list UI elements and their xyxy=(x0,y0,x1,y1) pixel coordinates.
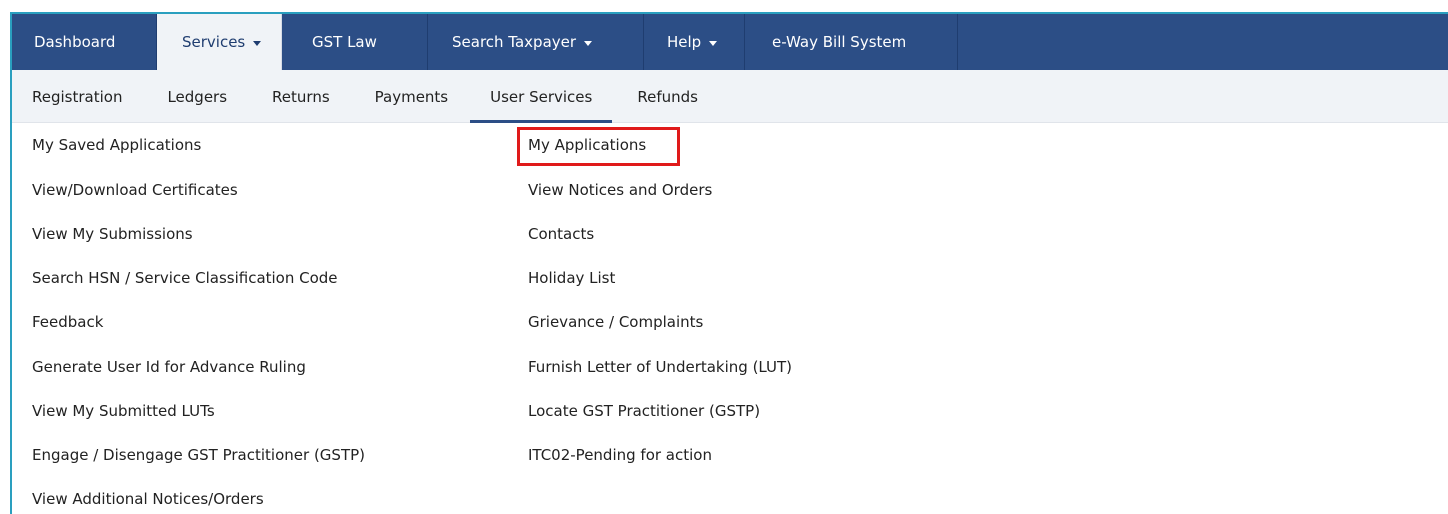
main-nav: Dashboard Services GST Law Search Taxpay… xyxy=(12,14,1448,70)
nav-tab-dashboard[interactable]: Dashboard xyxy=(12,14,157,70)
menu-item-my-applications[interactable]: My Applications xyxy=(528,136,646,154)
subnav-tab-label: User Services xyxy=(490,87,593,106)
caret-down-icon xyxy=(253,40,262,46)
menu-item-itc02-pending[interactable]: ITC02-Pending for action xyxy=(528,446,712,464)
menu-item-contacts[interactable]: Contacts xyxy=(528,225,594,243)
caret-down-icon xyxy=(709,40,718,46)
nav-tab-gst-law[interactable]: GST Law xyxy=(282,14,428,70)
subnav-tab-label: Ledgers xyxy=(167,87,228,106)
user-services-menu: My Saved Applications View/Download Cert… xyxy=(12,124,1448,514)
menu-item-view-download-certificates[interactable]: View/Download Certificates xyxy=(32,181,238,199)
menu-item-additional-notices[interactable]: View Additional Notices/Orders xyxy=(32,490,264,508)
nav-tab-label: Search Taxpayer xyxy=(452,33,577,51)
nav-tab-label: e-Way Bill System xyxy=(772,33,907,51)
nav-tab-search-taxpayer[interactable]: Search Taxpayer xyxy=(428,14,644,70)
menu-item-search-hsn[interactable]: Search HSN / Service Classification Code xyxy=(32,269,338,287)
nav-tab-services[interactable]: Services xyxy=(157,14,282,70)
subnav-tab-ledgers[interactable]: Ledgers xyxy=(167,70,227,123)
menu-item-view-submitted-luts[interactable]: View My Submitted LUTs xyxy=(32,402,215,420)
nav-tab-help[interactable]: Help xyxy=(644,14,745,70)
subnav-tab-label: Registration xyxy=(32,87,123,106)
nav-tab-label: Help xyxy=(667,33,702,51)
menu-item-generate-user-id[interactable]: Generate User Id for Advance Ruling xyxy=(32,358,306,376)
caret-down-icon xyxy=(584,40,593,46)
nav-tab-label: GST Law xyxy=(312,33,377,51)
menu-item-holiday-list[interactable]: Holiday List xyxy=(528,269,615,287)
services-sub-nav: Registration Ledgers Returns Payments Us… xyxy=(12,70,1448,123)
subnav-tab-label: Refunds xyxy=(637,87,698,106)
subnav-tab-payments[interactable]: Payments xyxy=(375,70,448,123)
nav-tab-eway-bill[interactable]: e-Way Bill System xyxy=(745,14,958,70)
subnav-tab-label: Returns xyxy=(272,87,330,106)
subnav-tab-returns[interactable]: Returns xyxy=(272,70,330,123)
menu-item-engage-gstp[interactable]: Engage / Disengage GST Practitioner (GST… xyxy=(32,446,365,464)
menu-item-grievance[interactable]: Grievance / Complaints xyxy=(528,313,703,331)
subnav-tab-refunds[interactable]: Refunds xyxy=(637,70,698,123)
nav-tab-label: Services xyxy=(182,33,246,51)
menu-item-furnish-lut[interactable]: Furnish Letter of Undertaking (LUT) xyxy=(528,358,792,376)
subnav-tab-label: Payments xyxy=(374,87,449,106)
menu-item-view-notices-orders[interactable]: View Notices and Orders xyxy=(528,181,712,199)
subnav-tab-user-services[interactable]: User Services xyxy=(470,70,613,123)
menu-item-feedback[interactable]: Feedback xyxy=(32,313,103,331)
menu-item-my-saved-applications[interactable]: My Saved Applications xyxy=(32,136,201,154)
nav-tab-label: Dashboard xyxy=(34,33,116,51)
menu-item-view-my-submissions[interactable]: View My Submissions xyxy=(32,225,193,243)
subnav-tab-registration[interactable]: Registration xyxy=(32,70,122,123)
menu-item-locate-gstp[interactable]: Locate GST Practitioner (GSTP) xyxy=(528,402,760,420)
